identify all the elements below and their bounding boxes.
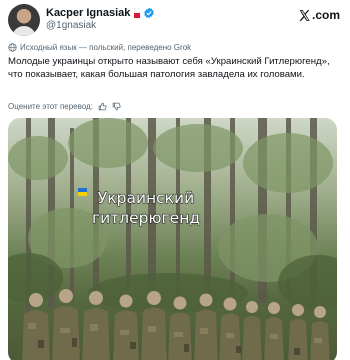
thumbs-up-icon[interactable] <box>98 102 107 111</box>
x-domain-label: .com <box>311 8 340 22</box>
ukraine-flag-icon <box>78 188 87 196</box>
author-name[interactable]: Kacper Ignasiak <box>46 7 130 19</box>
x-logo[interactable]: .com <box>298 8 340 22</box>
translation-note[interactable]: Исходный язык — польский, переведено Gro… <box>8 43 191 52</box>
author-name-row: Kacper Ignasiak <box>46 7 155 19</box>
thumbs-down-icon[interactable] <box>112 102 121 111</box>
forest-scene <box>8 118 337 360</box>
rate-translation-row: Оцените этот перевод: <box>8 102 121 111</box>
poland-flag-icon <box>134 8 141 18</box>
avatar[interactable] <box>8 4 40 36</box>
verified-badge-icon <box>144 7 155 19</box>
tweet-text: Молодые украинцы открыто называют себя «… <box>8 56 330 80</box>
video-caption-line1: Украинский <box>97 189 195 208</box>
author-handle[interactable]: @1gnasiak <box>46 20 96 31</box>
tweet-header: Kacper Ignasiak @1gnasiak .com <box>0 0 350 36</box>
x-icon <box>299 9 310 21</box>
translation-note-text: Исходный язык — польский, переведено Gro… <box>20 43 192 52</box>
globe-icon <box>8 43 17 52</box>
video-caption-line2: гитлерюгенд <box>91 209 201 228</box>
rate-translation-label: Оцените этот перевод: <box>8 102 93 111</box>
video-caption: Украинский гитлерюгенд <box>76 188 216 228</box>
tweet-video[interactable]: Украинский гитлерюгенд <box>8 118 337 360</box>
